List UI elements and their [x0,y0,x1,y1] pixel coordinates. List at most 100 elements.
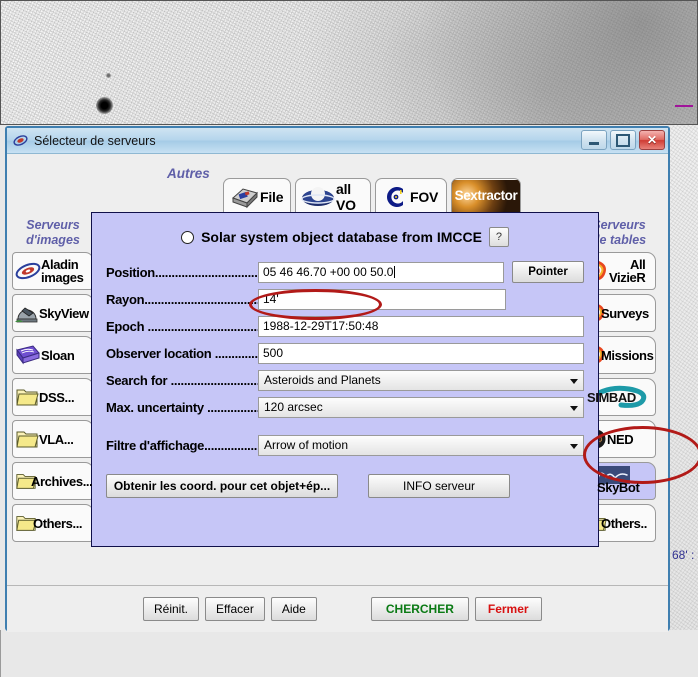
folder-icon [16,431,39,448]
text-caret [394,265,396,278]
maximize-button[interactable] [610,130,636,150]
sidebar-item-dss[interactable]: DSS... [12,378,94,416]
minimize-button[interactable] [581,130,607,150]
position-value: 05 46 46.70 +00 00 50.0 [263,264,394,279]
epoch-input[interactable]: 1988-12-29T17:50:48 [258,315,584,337]
position-input[interactable]: 05 46 46.70 +00 00 50.0 [258,261,504,283]
sidebar-item-sloan[interactable]: Sloan [12,336,94,374]
server-info-button[interactable]: INFO serveur [368,474,510,498]
sidebar-item-vla-label: VLA... [39,431,74,447]
solar-system-radio[interactable] [181,230,195,244]
rayon-label: Rayon...................................… [106,291,258,307]
field-row-search-for: Search for ............................ … [106,369,584,391]
tab-all-vo[interactable]: all VO [295,178,371,215]
sidebar-item-dss-label: DSS... [39,389,75,405]
field-row-observer-location: Observer location ............... 500 [106,342,584,364]
panel-title-row: Solar system object database from IMCCE … [92,227,598,247]
panel-title: Solar system object database from IMCCE [201,229,482,245]
tab-file-label: File [260,189,284,205]
window-titlebar[interactable]: Sélecteur de serveurs ✕ [7,128,668,154]
telescope-dome-icon [15,307,38,323]
filtre-affichage-label: Filtre d'affichage.................. [106,437,258,453]
folder-icon [16,389,39,406]
star-faint [106,73,111,78]
aide-button[interactable]: Aide [270,597,317,621]
pointer-button[interactable]: Pointer [512,261,584,283]
file-box-icon [232,188,258,209]
fermer-button[interactable]: Fermer [474,597,542,621]
tab-group-label-autres: Autres [167,166,210,181]
sidebar-item-skybot-label: SkyBot [597,479,640,495]
panel-action-row: Obtenir les coord. pour cet objet+ép... … [106,474,584,498]
get-coordinates-button[interactable]: Obtenir les coord. pour cet objet+ép... [106,474,338,498]
sidebar-item-archives[interactable]: Archives... [12,462,94,500]
sidebar-item-skyview-label: SkyView [39,305,89,321]
image-servers-heading-line2: d'images [26,233,80,247]
sidebar-item-others-tables-label: Others.. [601,515,647,531]
observer-location-input[interactable]: 500 [258,342,584,364]
field-row-filtre-affichage: Filtre d'affichage.................. Arr… [106,434,584,456]
close-icon: ✕ [646,133,658,147]
chevron-down-icon [570,378,578,384]
chercher-button[interactable]: CHERCHER [370,597,469,621]
tab-bar: Autres File all VO FOV Sextractor [7,154,668,215]
filtre-affichage-select[interactable]: Arrow of motion [258,434,584,456]
effacer-button[interactable]: Effacer [205,597,265,621]
sidebar-item-others-images[interactable]: Others... [12,504,94,542]
sidebar-item-sloan-label: Sloan [41,347,75,363]
sidebar-item-vla[interactable]: VLA... [12,420,94,458]
sidebar-item-surveys-label: Surveys [601,305,649,321]
fov-scale-label: 68' : [672,548,695,562]
tab-sextractor[interactable]: Sextractor [451,178,521,215]
sidebar-item-simbad-label: SIMBAD [587,389,636,405]
search-for-select[interactable]: Asteroids and Planets [258,369,584,391]
fov-c-icon [387,187,403,207]
tab-sextractor-label: Sextractor [454,188,518,203]
window-controls: ✕ [581,130,665,150]
sidebar-item-skyview[interactable]: SkyView [12,294,94,332]
sidebar-item-missions-label: Missions [601,347,654,363]
max-uncertainty-label: Max. uncertainty ................ [106,399,258,415]
image-servers-panel: Serveurs d'images Aladin images SkyView … [12,218,94,542]
skybot-query-panel: Solar system object database from IMCCE … [91,212,599,547]
chevron-down-icon [570,405,578,411]
epoch-label: Epoch ..................................… [106,318,258,334]
filtre-affichage-value: Arrow of motion [264,437,349,452]
image-servers-heading: Serveurs d'images [12,218,94,248]
window-title: Sélecteur de serveurs [34,133,156,148]
sidebar-item-all-vizier-label2: VizieR [609,270,646,285]
observer-location-label: Observer location ............... [106,345,258,361]
tab-fov-label: FOV [410,189,439,205]
field-row-max-uncertainty: Max. uncertainty ................ 120 ar… [106,396,584,418]
search-for-label: Search for ............................ [106,372,258,388]
background-sky-image [0,0,698,125]
sidebar-item-ned-label: NED [607,431,634,447]
tab-file[interactable]: File [223,178,291,215]
dialog-footer: Réinit. Effacer Aide CHERCHER Fermer [7,585,668,632]
search-for-value: Asteroids and Planets [264,372,381,387]
minimize-icon [589,141,599,145]
position-label: Position................................… [106,264,258,280]
sloan-survey-icon [16,345,40,365]
tab-all-vo-label: all VO [336,181,356,213]
image-servers-heading-line1: Serveurs [26,218,80,232]
sidebar-item-others-images-label: Others... [33,515,83,531]
star-bright [96,97,113,114]
field-row-position: Position................................… [106,261,584,283]
aladin-galaxy-icon [13,135,28,146]
window-body: Autres File all VO FOV Sextractor Serveu… [7,154,668,632]
sidebar-item-archives-label: Archives... [31,473,93,489]
sidebar-item-aladin-images[interactable]: Aladin images [12,252,94,290]
close-button[interactable]: ✕ [639,130,665,150]
sidebar-item-aladin-images-label2: images [41,270,84,285]
reinit-button[interactable]: Réinit. [143,597,200,621]
vo-globe-icon [301,187,335,206]
server-selector-window: Sélecteur de serveurs ✕ Autres File all … [5,126,670,632]
rayon-input[interactable]: 14' [258,288,506,310]
help-button[interactable]: ? [488,227,509,247]
magenta-tick-marker [675,105,693,107]
aladin-galaxy-icon [15,262,41,280]
tab-fov[interactable]: FOV [375,178,447,215]
max-uncertainty-select[interactable]: 120 arcsec [258,396,584,418]
background-bottom-strip [0,630,698,677]
